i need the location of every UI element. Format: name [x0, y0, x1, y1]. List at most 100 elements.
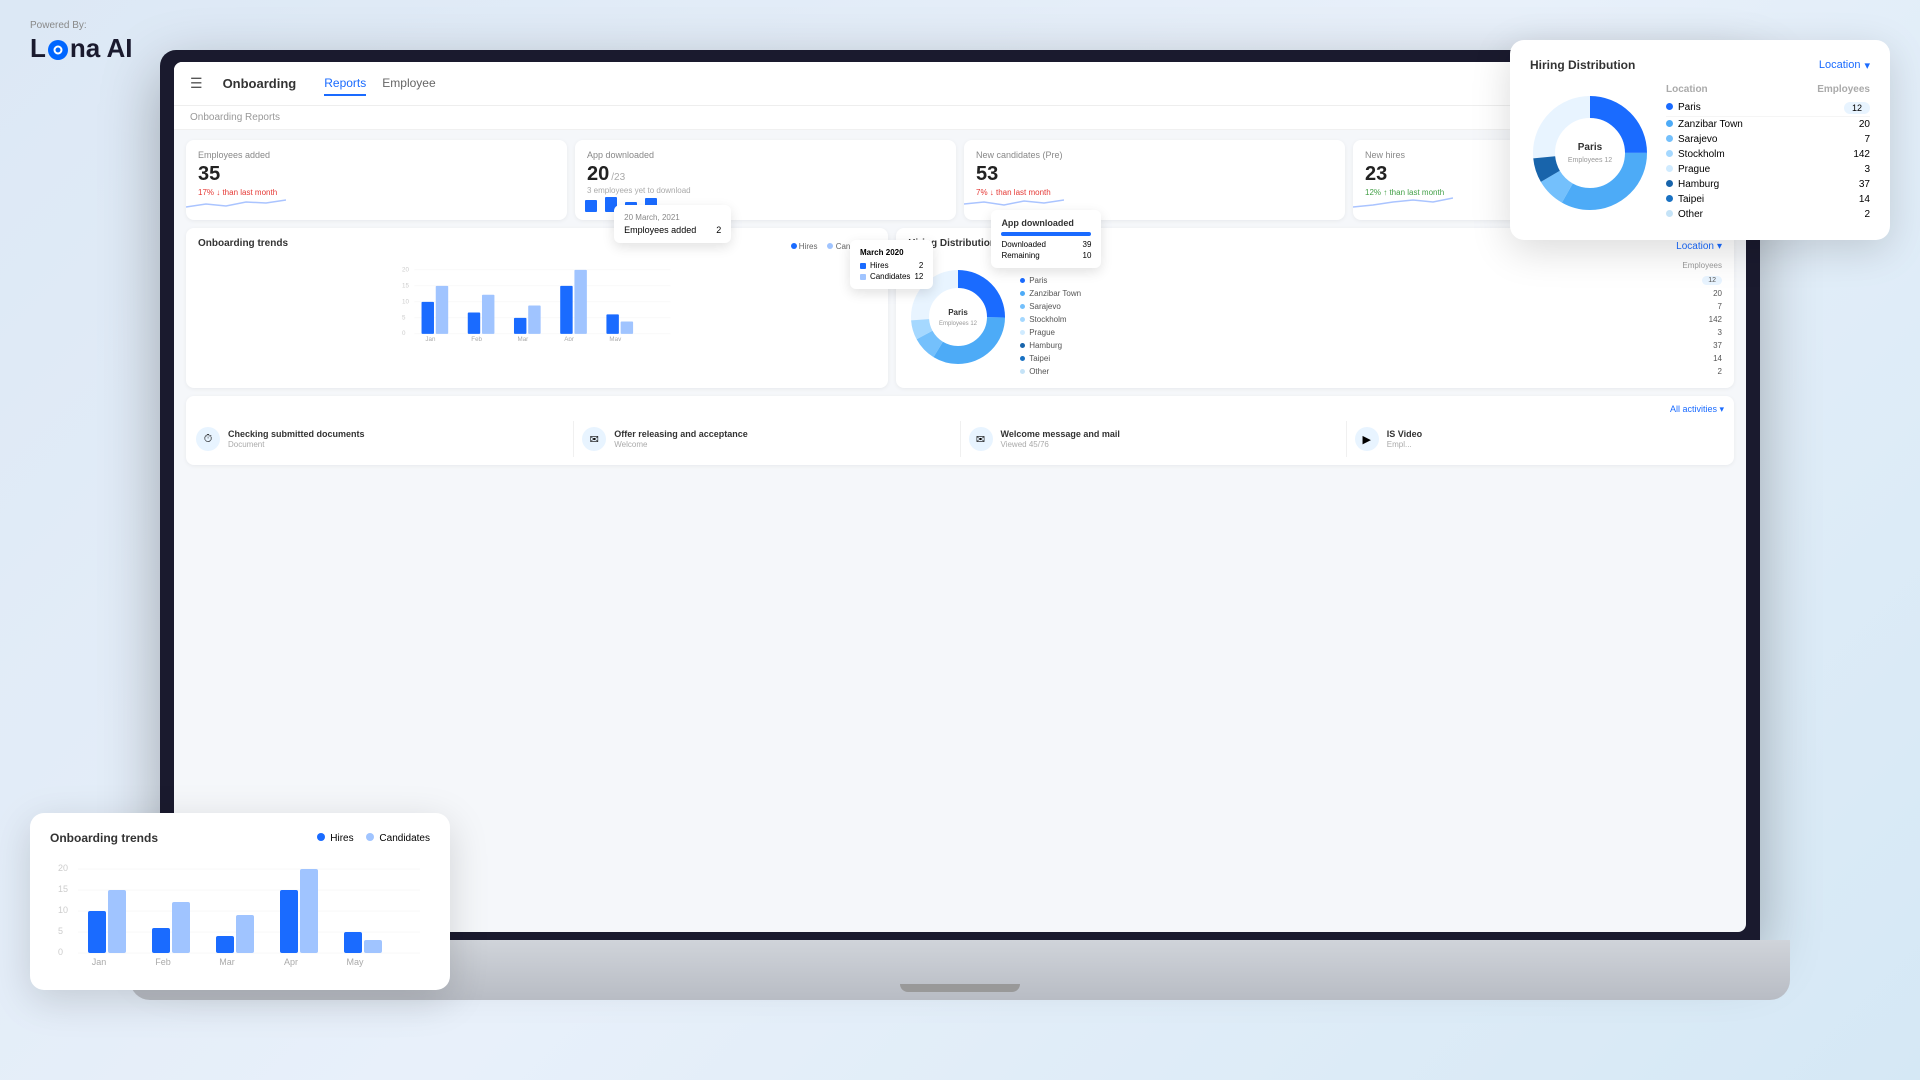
activity-sub-docs: Document: [228, 440, 365, 449]
tooltip-date: 20 March, 2021: [624, 213, 721, 222]
stat-card-new-candidates: New candidates (Pre) 53 7% ↓ than last m…: [964, 140, 1345, 220]
flt-row-paris: Paris 12: [1666, 100, 1870, 117]
activity-title-video: IS Video: [1387, 429, 1422, 441]
flt-row-prague: Prague3: [1666, 162, 1870, 177]
location-row-hamburg: Hamburg37: [1020, 339, 1722, 352]
flt-zanzibar-dot: [1666, 120, 1673, 127]
powered-by-text: Powered By:: [30, 20, 133, 31]
video-icon: ▶: [1355, 427, 1379, 451]
floating-location-filter[interactable]: Location ▾: [1819, 59, 1870, 72]
stockholm-dot-icon: [1020, 317, 1025, 322]
floating-trends-title: Onboarding trends: [50, 831, 158, 845]
flt-row-stockholm: Stockholm142: [1666, 147, 1870, 162]
onboarding-trends-card: Onboarding trends Hires Candidates: [186, 228, 888, 388]
svg-text:0: 0: [402, 330, 406, 337]
flt-row-hamburg: Hamburg37: [1666, 177, 1870, 192]
march-hires-row: Hires 2: [860, 261, 923, 270]
charts-row: Onboarding trends Hires Candidates: [186, 228, 1734, 388]
activity-title-offer: Offer releasing and acceptance: [614, 429, 748, 441]
brand-logo: L na AI: [30, 33, 133, 64]
flt-prague-dot: [1666, 165, 1673, 172]
svg-text:Paris: Paris: [948, 308, 968, 317]
svg-text:Jan: Jan: [92, 957, 107, 967]
svg-text:15: 15: [58, 884, 68, 894]
svg-text:Feb: Feb: [471, 336, 482, 341]
svg-text:5: 5: [58, 926, 63, 936]
floating-candidates-dot: [366, 833, 374, 841]
laptop-notch: [900, 984, 1020, 992]
logo-rest: na AI: [70, 33, 133, 64]
prague-dot-icon: [1020, 330, 1025, 335]
stat-card-employees-added: Employees added 35 17% ↓ than last month: [186, 140, 567, 220]
trend-line-hires: [1353, 192, 1453, 212]
location-filter[interactable]: Location ▾: [1676, 241, 1722, 252]
app-tooltip: App downloaded Downloaded 39 Remaining 1…: [991, 210, 1101, 268]
other-dot-icon: [1020, 369, 1025, 374]
tab-employee[interactable]: Employee: [382, 72, 435, 96]
location-table: Location Employees Paris12 Zanzibar Town…: [1020, 261, 1722, 378]
logo-circle-icon: [48, 40, 68, 60]
mail-icon: ✉: [582, 427, 606, 451]
zanzibar-dot-icon: [1020, 291, 1025, 296]
svg-text:May: May: [346, 957, 364, 967]
donut-container: Paris Employees 12 Location Employees: [908, 261, 1722, 378]
svg-text:Apr: Apr: [564, 336, 574, 341]
app-remaining-row: Remaining 10: [1001, 251, 1091, 260]
march-month: March 2020: [860, 248, 923, 257]
location-row-other: Other2: [1020, 365, 1722, 378]
sarajevo-dot-icon: [1020, 304, 1025, 309]
svg-text:5: 5: [402, 315, 406, 322]
taipei-dot-icon: [1020, 356, 1025, 361]
nav-title: Onboarding: [223, 76, 297, 91]
stat-sub-app: /23: [611, 172, 625, 183]
stat-label-employees-added: Employees added: [198, 150, 555, 160]
employees-tooltip: 20 March, 2021 Employees added 2: [614, 205, 731, 243]
floating-legend-hires: Hires: [317, 833, 354, 844]
location-row-zanzibar: Zanzibar Town20: [1020, 287, 1722, 300]
stat-label-app-downloaded: App downloaded: [587, 150, 944, 160]
activity-title-welcome: Welcome message and mail: [1001, 429, 1120, 441]
trend-line-candidates: [964, 192, 1064, 212]
tooltip-emp-label: Employees added: [624, 225, 696, 235]
floating-donut-section: Paris Employees 12 Location Employees Pa…: [1530, 84, 1870, 222]
svg-text:May: May: [609, 336, 622, 341]
svg-text:Apr: Apr: [284, 957, 298, 967]
activity-is-video: ▶ IS Video Empl...: [1347, 421, 1724, 457]
floating-location-table: Location Employees Paris 12 Zanzibar Tow…: [1666, 84, 1870, 222]
paris-dot-icon: [1020, 278, 1025, 283]
all-activities-label[interactable]: All activities ▾: [1670, 404, 1724, 415]
activity-title-docs: Checking submitted documents: [228, 429, 365, 441]
app-progress-bar: [1001, 232, 1091, 236]
floating-legend: Hires Candidates: [317, 833, 431, 844]
svg-text:Paris: Paris: [1578, 142, 1603, 153]
location-row-taipei: Taipei14: [1020, 352, 1722, 365]
onboarding-trends-title: Onboarding trends: [198, 238, 288, 249]
trend-line-employees: [186, 192, 286, 212]
nav-tabs: Reports Employee: [324, 72, 435, 96]
logo-inner-circle: [53, 45, 62, 54]
floating-chevron-icon: ▾: [1864, 59, 1870, 72]
app-downloaded-row: Downloaded 39: [1001, 240, 1091, 249]
flt-other-dot: [1666, 210, 1673, 217]
logo-area: Powered By: L na AI: [30, 20, 133, 64]
svg-text:Feb: Feb: [155, 957, 171, 967]
svg-text:Mar: Mar: [219, 957, 235, 967]
activity-welcome-msg: ✉ Welcome message and mail Viewed 45/76: [961, 421, 1347, 457]
tab-reports[interactable]: Reports: [324, 72, 366, 96]
flt-taipei-dot: [1666, 195, 1673, 202]
flt-row-taipei: Taipei14: [1666, 192, 1870, 207]
svg-text:Employees 12: Employees 12: [939, 321, 978, 327]
activities-row: All activities ▾ ⏱ Checking submitted do…: [186, 396, 1734, 465]
clock-icon: ⏱: [196, 427, 220, 451]
floating-hiring-card: Hiring Distribution Location ▾ Paris Emp…: [1510, 40, 1890, 240]
activity-offer-release: ✉ Offer releasing and acceptance Welcome: [574, 421, 960, 457]
svg-text:10: 10: [402, 299, 409, 306]
candidates-dot-icon: [827, 243, 833, 249]
envelope-icon: ✉: [969, 427, 993, 451]
activity-checking-docs: ⏱ Checking submitted documents Document: [196, 421, 574, 457]
main-content: Employees added 35 17% ↓ than last month…: [174, 130, 1746, 932]
location-row-stockholm: Stockholm142: [1020, 313, 1722, 326]
floating-trends-card: Onboarding trends Hires Candidates 20 15…: [30, 813, 450, 990]
menu-icon[interactable]: ☰: [190, 75, 203, 92]
march-candidates-icon: [860, 274, 866, 280]
